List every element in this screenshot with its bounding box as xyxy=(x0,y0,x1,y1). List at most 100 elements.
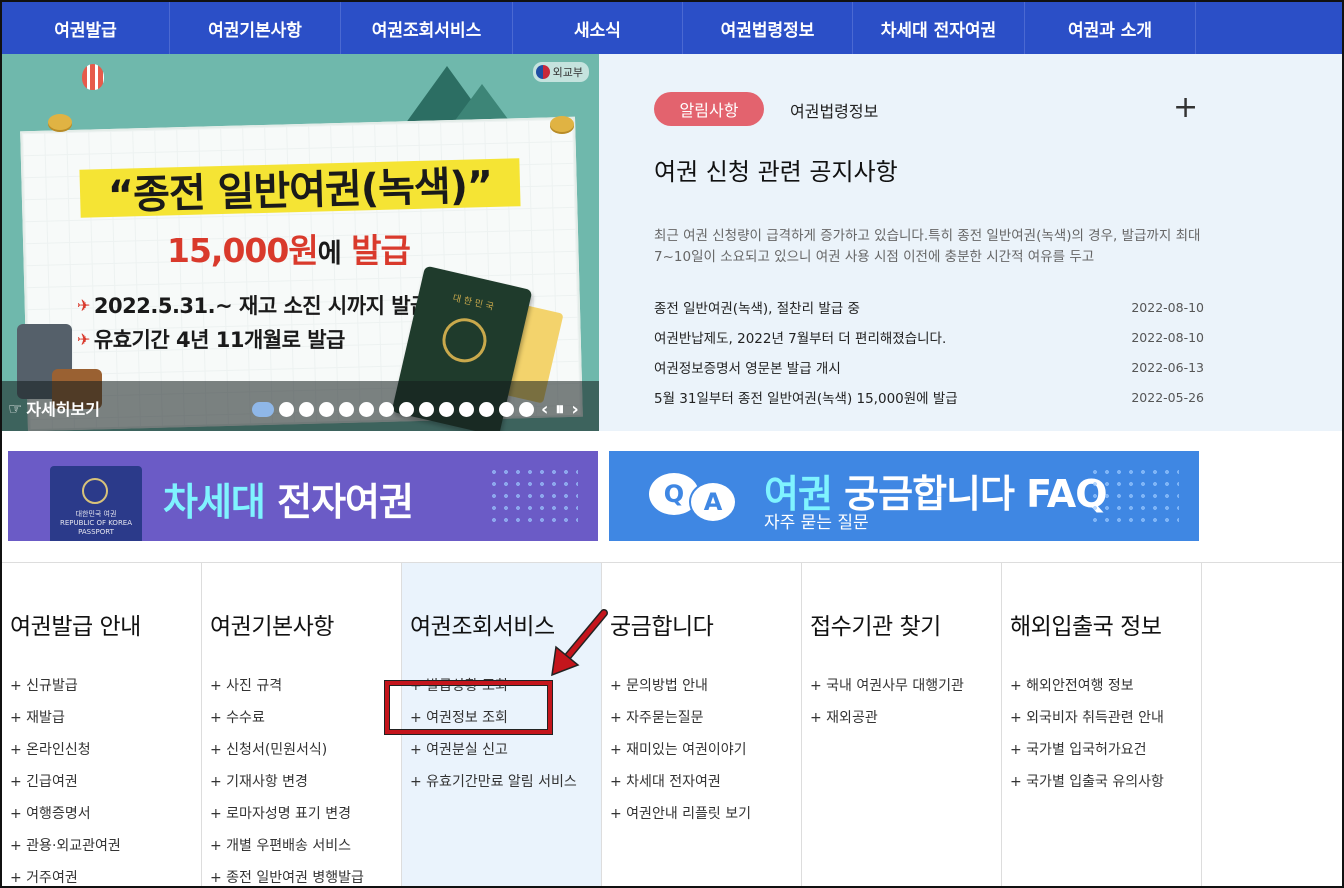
pin-icon xyxy=(48,114,72,130)
next-slide-icon[interactable]: › xyxy=(571,399,578,420)
link-new-issuance[interactable]: + 신규발급 xyxy=(10,669,201,701)
taegeuk-icon xyxy=(535,65,550,79)
prev-slide-icon[interactable]: ‹ xyxy=(541,399,548,420)
column-find-office: 접수기관 찾기 + 국내 여권사무 대행기관 + 재외공관 xyxy=(802,563,1002,886)
nav-item-passport-basics[interactable]: 여권기본사항 xyxy=(170,2,341,54)
slide-dot[interactable] xyxy=(299,402,314,417)
slide-dot[interactable] xyxy=(459,402,474,417)
notice-item[interactable]: 종전 일반여권(녹색), 절찬리 발급 중 2022-08-10 xyxy=(654,292,1204,322)
nav-item-e-passport[interactable]: 차세대 전자여권 xyxy=(853,2,1025,54)
hero-price: 15,000원에 발급 xyxy=(167,231,411,270)
nav-item-passport-lookup[interactable]: 여권조회서비스 xyxy=(341,2,513,54)
hero-headline: “종전 일반여권(녹색)” xyxy=(79,158,521,219)
notice-title[interactable]: 여권 신청 관련 공지사항 xyxy=(654,152,898,187)
notice-list: 종전 일반여권(녹색), 절찬리 발급 중 2022-08-10 여권반납제도, … xyxy=(654,292,1204,412)
slide-dot[interactable] xyxy=(339,402,354,417)
link-residence-passport[interactable]: + 거주여권 xyxy=(10,861,201,886)
emblem-icon xyxy=(438,313,491,367)
faq-banner[interactable]: Q A 여권 궁금합니다 FAQ 자주 묻는 질문 xyxy=(609,451,1199,541)
column-faq: 궁금합니다 + 문의방법 안내 + 자주묻는질문 + 재미있는 여권이야기 + … xyxy=(602,563,802,886)
annotation-arrow-icon xyxy=(551,609,608,677)
notice-item[interactable]: 여권정보증명서 영문본 발급 개시 2022-06-13 xyxy=(654,352,1204,382)
link-photo-spec[interactable]: + 사진 규격 xyxy=(210,669,401,701)
passport-book-illustration: 대한민국 여권 REPUBLIC OF KOREA PASSPORT xyxy=(50,466,142,541)
pause-icon[interactable]: ⏸ xyxy=(555,399,564,420)
link-application-forms[interactable]: + 신청서(민원서식) xyxy=(210,733,401,765)
slider-controls: ☞ 자세히보기 ‹ ⏸ › xyxy=(2,381,599,431)
highlight-annotation-box xyxy=(385,681,552,734)
hot-air-balloon-icon xyxy=(82,64,104,90)
link-reissuance[interactable]: + 재발급 xyxy=(10,701,201,733)
column-title: 해외입출국 정보 xyxy=(1010,614,1162,640)
slide-dot[interactable] xyxy=(379,402,394,417)
link-travel-certificate[interactable]: + 여행증명서 xyxy=(10,797,201,829)
nav-item-about[interactable]: 여권과 소개 xyxy=(1025,2,1196,54)
slide-indicators: ‹ ⏸ › xyxy=(252,399,579,420)
column-overseas-travel: 해외입출국 정보 + 해외안전여행 정보 + 외국비자 취득관련 안내 + 국가… xyxy=(1002,563,1202,886)
notice-summary: 최근 여권 신청량이 급격하게 증가하고 있습니다.특히 종전 일반여권(녹색)… xyxy=(654,228,1201,265)
link-leaflet[interactable]: + 여권안내 리플릿 보기 xyxy=(610,797,801,829)
nav-item-news[interactable]: 새소식 xyxy=(513,2,683,54)
e-passport-banner-title: 차세대 전자여권 xyxy=(163,480,414,524)
link-emergency-passport[interactable]: + 긴급여권 xyxy=(10,765,201,797)
notice-item[interactable]: 5월 31일부터 종전 일반여권(녹색) 15,000원에 발급 2022-05-… xyxy=(654,382,1204,412)
link-contact-guide[interactable]: + 문의방법 안내 xyxy=(610,669,801,701)
notice-panel: 알림사항 여권법령정보 + 여권 신청 관련 공지사항 최근 여권 신청량이 급… xyxy=(599,54,1342,431)
link-safe-travel[interactable]: + 해외안전여행 정보 xyxy=(1010,669,1201,701)
link-domestic-agencies[interactable]: + 국내 여권사무 대행기관 xyxy=(810,669,1001,701)
slide-dot[interactable] xyxy=(399,402,414,417)
page-frame: 여권발급 여권기본사항 여권조회서비스 새소식 여권법령정보 차세대 전자여권 … xyxy=(0,0,1344,888)
link-entry-requirements[interactable]: + 국가별 입국허가요건 xyxy=(1010,733,1201,765)
column-title: 여권기본사항 xyxy=(210,614,334,640)
link-visa-guide[interactable]: + 외국비자 취득관련 안내 xyxy=(1010,701,1201,733)
link-official-diplomatic[interactable]: + 관용·외교관여권 xyxy=(10,829,201,861)
column-passport-issuance: 여권발급 안내 + 신규발급 + 재발급 + 온라인신청 + 긴급여권 + 여행… xyxy=(2,563,202,886)
notice-item[interactable]: 여권반납제도, 2022년 7월부터 더 편리해졌습니다. 2022-08-10 xyxy=(654,322,1204,352)
hero-bullet-period: ✈ 2022.5.31.~ 재고 소진 시까지 발급 xyxy=(77,294,429,318)
link-mail-delivery[interactable]: + 개별 우편배송 서비스 xyxy=(210,829,401,861)
link-online-application[interactable]: + 온라인신청 xyxy=(10,733,201,765)
slide-dot[interactable] xyxy=(439,402,454,417)
link-e-passport[interactable]: + 차세대 전자여권 xyxy=(610,765,801,797)
link-romanized-name[interactable]: + 로마자성명 표기 변경 xyxy=(210,797,401,829)
link-legacy-passport[interactable]: + 종전 일반여권 병행발급 xyxy=(210,861,401,886)
pin-icon xyxy=(550,116,574,132)
hero-bullet-validity: ✈ 유효기간 4년 11개월로 발급 xyxy=(77,328,345,352)
e-passport-banner[interactable]: 대한민국 여권 REPUBLIC OF KOREA PASSPORT 차세대 전자… xyxy=(8,451,598,541)
column-passport-basics: 여권기본사항 + 사진 규격 + 수수료 + 신청서(민원서식) + 기재사항 … xyxy=(202,563,402,886)
top-nav: 여권발급 여권기본사항 여권조회서비스 새소식 여권법령정보 차세대 전자여권 … xyxy=(2,2,1342,54)
link-entry-change[interactable]: + 기재사항 변경 xyxy=(210,765,401,797)
link-expiry-alert[interactable]: + 유효기간만료 알림 서비스 xyxy=(410,765,601,797)
nav-item-passport-issuance[interactable]: 여권발급 xyxy=(2,2,170,54)
more-details-link[interactable]: ☞ 자세히보기 xyxy=(8,396,100,420)
tab-notices[interactable]: 알림사항 xyxy=(654,92,764,126)
qa-icon: Q A xyxy=(649,467,739,523)
link-passport-stories[interactable]: + 재미있는 여권이야기 xyxy=(610,733,801,765)
pointing-hand-icon: ☞ xyxy=(8,398,23,418)
nav-item-passport-law[interactable]: 여권법령정보 xyxy=(683,2,853,54)
link-lost-report[interactable]: + 여권분실 신고 xyxy=(410,733,601,765)
slide-dot[interactable] xyxy=(419,402,434,417)
link-fees[interactable]: + 수수료 xyxy=(210,701,401,733)
column-title: 접수기관 찾기 xyxy=(810,614,941,640)
slide-dot[interactable] xyxy=(359,402,374,417)
slide-dot[interactable] xyxy=(279,402,294,417)
column-title: 궁금합니다 xyxy=(610,614,714,640)
faq-banner-subtitle: 자주 묻는 질문 xyxy=(764,513,869,533)
dot-pattern-decoration xyxy=(1089,466,1179,526)
link-entry-exit-notes[interactable]: + 국가별 입출국 유의사항 xyxy=(1010,765,1201,797)
slide-dot[interactable] xyxy=(499,402,514,417)
link-overseas-missions[interactable]: + 재외공관 xyxy=(810,701,1001,733)
column-title: 여권발급 안내 xyxy=(10,614,141,640)
slide-dot[interactable] xyxy=(252,402,274,417)
more-plus-icon[interactable]: + xyxy=(1173,93,1198,123)
tab-passport-law[interactable]: 여권법령정보 xyxy=(790,98,878,122)
slide-dot[interactable] xyxy=(479,402,494,417)
airplane-icon: ✈ xyxy=(77,295,90,315)
link-faq[interactable]: + 자주묻는질문 xyxy=(610,701,801,733)
quick-menu-columns: 여권발급 안내 + 신규발급 + 재발급 + 온라인신청 + 긴급여권 + 여행… xyxy=(2,563,1342,886)
slide-dot[interactable] xyxy=(319,402,334,417)
dot-pattern-decoration xyxy=(488,466,578,526)
slide-dot[interactable] xyxy=(519,402,534,417)
hero-slider[interactable]: 외교부 “종전 일반여권(녹색)” 15,000원에 발급 ✈ 2022.5.31… xyxy=(2,54,599,431)
